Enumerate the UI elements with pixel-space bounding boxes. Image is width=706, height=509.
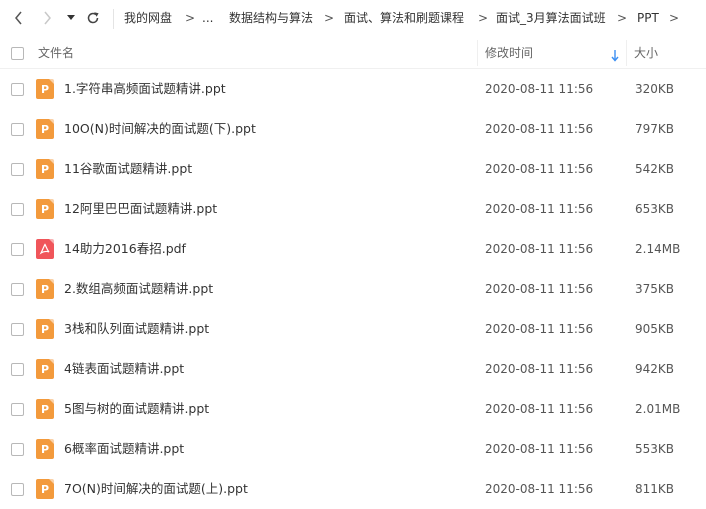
breadcrumb-separator: > — [478, 11, 489, 25]
file-size: 797KB — [635, 122, 675, 136]
row-checkbox[interactable] — [11, 403, 24, 416]
breadcrumb-item-data-structures[interactable]: 数据结构与算法 — [229, 10, 313, 26]
file-modified: 2020-08-11 11:56 — [485, 82, 594, 96]
file-size: 905KB — [635, 322, 675, 336]
refresh-button[interactable] — [82, 6, 104, 30]
file-row[interactable]: P 6概率面试题精讲.ppt 2020-08-11 11:56 553KB — [0, 429, 706, 469]
history-dropdown-button[interactable] — [62, 6, 80, 30]
file-row[interactable]: P 1.字符串高频面试题精讲.ppt 2020-08-11 11:56 320K… — [0, 69, 706, 109]
breadcrumb-separator: > — [617, 11, 628, 25]
row-checkbox[interactable] — [11, 163, 24, 176]
breadcrumb-separator: > — [324, 11, 335, 25]
file-row[interactable]: P 2.数组高频面试题精讲.ppt 2020-08-11 11:56 375KB — [0, 269, 706, 309]
file-size: 2.01MB — [635, 402, 681, 416]
file-modified: 2020-08-11 11:56 — [485, 482, 594, 496]
select-all-checkbox[interactable] — [11, 47, 24, 60]
row-checkbox[interactable] — [11, 323, 24, 336]
file-name[interactable]: 14助力2016春招.pdf — [64, 241, 186, 257]
file-row[interactable]: P 11谷歌面试题精讲.ppt 2020-08-11 11:56 542KB — [0, 149, 706, 189]
file-name[interactable]: 3栈和队列面试题精讲.ppt — [64, 321, 209, 337]
file-name[interactable]: 5图与树的面试题精讲.ppt — [64, 401, 209, 417]
row-checkbox[interactable] — [11, 123, 24, 136]
file-modified: 2020-08-11 11:56 — [485, 282, 594, 296]
pdf-icon — [36, 239, 54, 259]
file-size: 553KB — [635, 442, 675, 456]
breadcrumb-separator: > — [669, 11, 680, 25]
row-checkbox[interactable] — [11, 243, 24, 256]
file-size: 811KB — [635, 482, 675, 496]
file-name[interactable]: 7O(N)时间解决的面试题(上).ppt — [64, 481, 248, 497]
refresh-icon — [87, 12, 99, 24]
column-divider — [626, 40, 627, 66]
sort-descending-icon[interactable] — [611, 47, 619, 66]
breadcrumb-separator: > — [185, 11, 196, 25]
ppt-icon: P — [36, 399, 54, 419]
file-name[interactable]: 1.字符串高频面试题精讲.ppt — [64, 81, 226, 97]
breadcrumb-item-root[interactable]: 我的网盘 — [124, 10, 172, 26]
ppt-icon: P — [36, 199, 54, 219]
file-row[interactable]: P 7O(N)时间解决的面试题(上).ppt 2020-08-11 11:56 … — [0, 469, 706, 509]
caret-down-icon — [67, 15, 75, 20]
file-row[interactable]: 14助力2016春招.pdf 2020-08-11 11:56 2.14MB — [0, 229, 706, 269]
file-name[interactable]: 12阿里巴巴面试题精讲.ppt — [64, 201, 217, 217]
column-header-modified[interactable]: 修改时间 — [485, 38, 533, 68]
row-checkbox[interactable] — [11, 283, 24, 296]
file-modified: 2020-08-11 11:56 — [485, 242, 594, 256]
row-checkbox[interactable] — [11, 443, 24, 456]
chevron-right-icon — [44, 11, 51, 25]
column-divider — [477, 40, 478, 66]
file-size: 375KB — [635, 282, 675, 296]
file-row[interactable]: P 10O(N)时间解决的面试题(下).ppt 2020-08-11 11:56… — [0, 109, 706, 149]
file-modified: 2020-08-11 11:56 — [485, 322, 594, 336]
toolbar-divider — [113, 9, 114, 29]
file-modified: 2020-08-11 11:56 — [485, 122, 594, 136]
file-size: 320KB — [635, 82, 675, 96]
file-row[interactable]: P 3栈和队列面试题精讲.ppt 2020-08-11 11:56 905KB — [0, 309, 706, 349]
file-size: 2.14MB — [635, 242, 681, 256]
forward-button[interactable] — [36, 6, 58, 30]
column-header-name[interactable]: 文件名 — [38, 38, 74, 68]
row-checkbox[interactable] — [11, 83, 24, 96]
file-size: 942KB — [635, 362, 675, 376]
row-checkbox[interactable] — [11, 363, 24, 376]
file-name[interactable]: 6概率面试题精讲.ppt — [64, 441, 184, 457]
file-size: 653KB — [635, 202, 675, 216]
ppt-icon: P — [36, 359, 54, 379]
file-modified: 2020-08-11 11:56 — [485, 442, 594, 456]
file-list-header: 文件名 修改时间 大小 — [0, 38, 706, 69]
column-header-size[interactable]: 大小 — [634, 38, 658, 68]
ppt-icon: P — [36, 479, 54, 499]
file-modified: 2020-08-11 11:56 — [485, 202, 594, 216]
chevron-left-icon — [15, 11, 22, 25]
navigation-toolbar: 我的网盘 > ... 数据结构与算法 > 面试、算法和刷题课程 > 面试_3月算… — [0, 0, 706, 38]
ppt-icon: P — [36, 319, 54, 339]
file-modified: 2020-08-11 11:56 — [485, 362, 594, 376]
breadcrumb-item-ppt[interactable]: PPT — [637, 10, 659, 26]
file-name[interactable]: 10O(N)时间解决的面试题(下).ppt — [64, 121, 256, 137]
row-checkbox[interactable] — [11, 483, 24, 496]
file-name[interactable]: 11谷歌面试题精讲.ppt — [64, 161, 192, 177]
breadcrumb-item-march-class[interactable]: 面试_3月算法面试班 — [496, 10, 606, 26]
breadcrumb-item-interview-courses[interactable]: 面试、算法和刷题课程 — [344, 10, 464, 26]
file-size: 542KB — [635, 162, 675, 176]
back-button[interactable] — [8, 6, 30, 30]
file-name[interactable]: 2.数组高频面试题精讲.ppt — [64, 281, 213, 297]
breadcrumb-item-ellipsis[interactable]: ... — [202, 10, 213, 26]
file-row[interactable]: P 5图与树的面试题精讲.ppt 2020-08-11 11:56 2.01MB — [0, 389, 706, 429]
file-modified: 2020-08-11 11:56 — [485, 402, 594, 416]
ppt-icon: P — [36, 159, 54, 179]
ppt-icon: P — [36, 279, 54, 299]
ppt-icon: P — [36, 119, 54, 139]
file-name[interactable]: 4链表面试题精讲.ppt — [64, 361, 184, 377]
ppt-icon: P — [36, 439, 54, 459]
file-modified: 2020-08-11 11:56 — [485, 162, 594, 176]
row-checkbox[interactable] — [11, 203, 24, 216]
ppt-icon: P — [36, 79, 54, 99]
file-row[interactable]: P 4链表面试题精讲.ppt 2020-08-11 11:56 942KB — [0, 349, 706, 389]
file-row[interactable]: P 12阿里巴巴面试题精讲.ppt 2020-08-11 11:56 653KB — [0, 189, 706, 229]
